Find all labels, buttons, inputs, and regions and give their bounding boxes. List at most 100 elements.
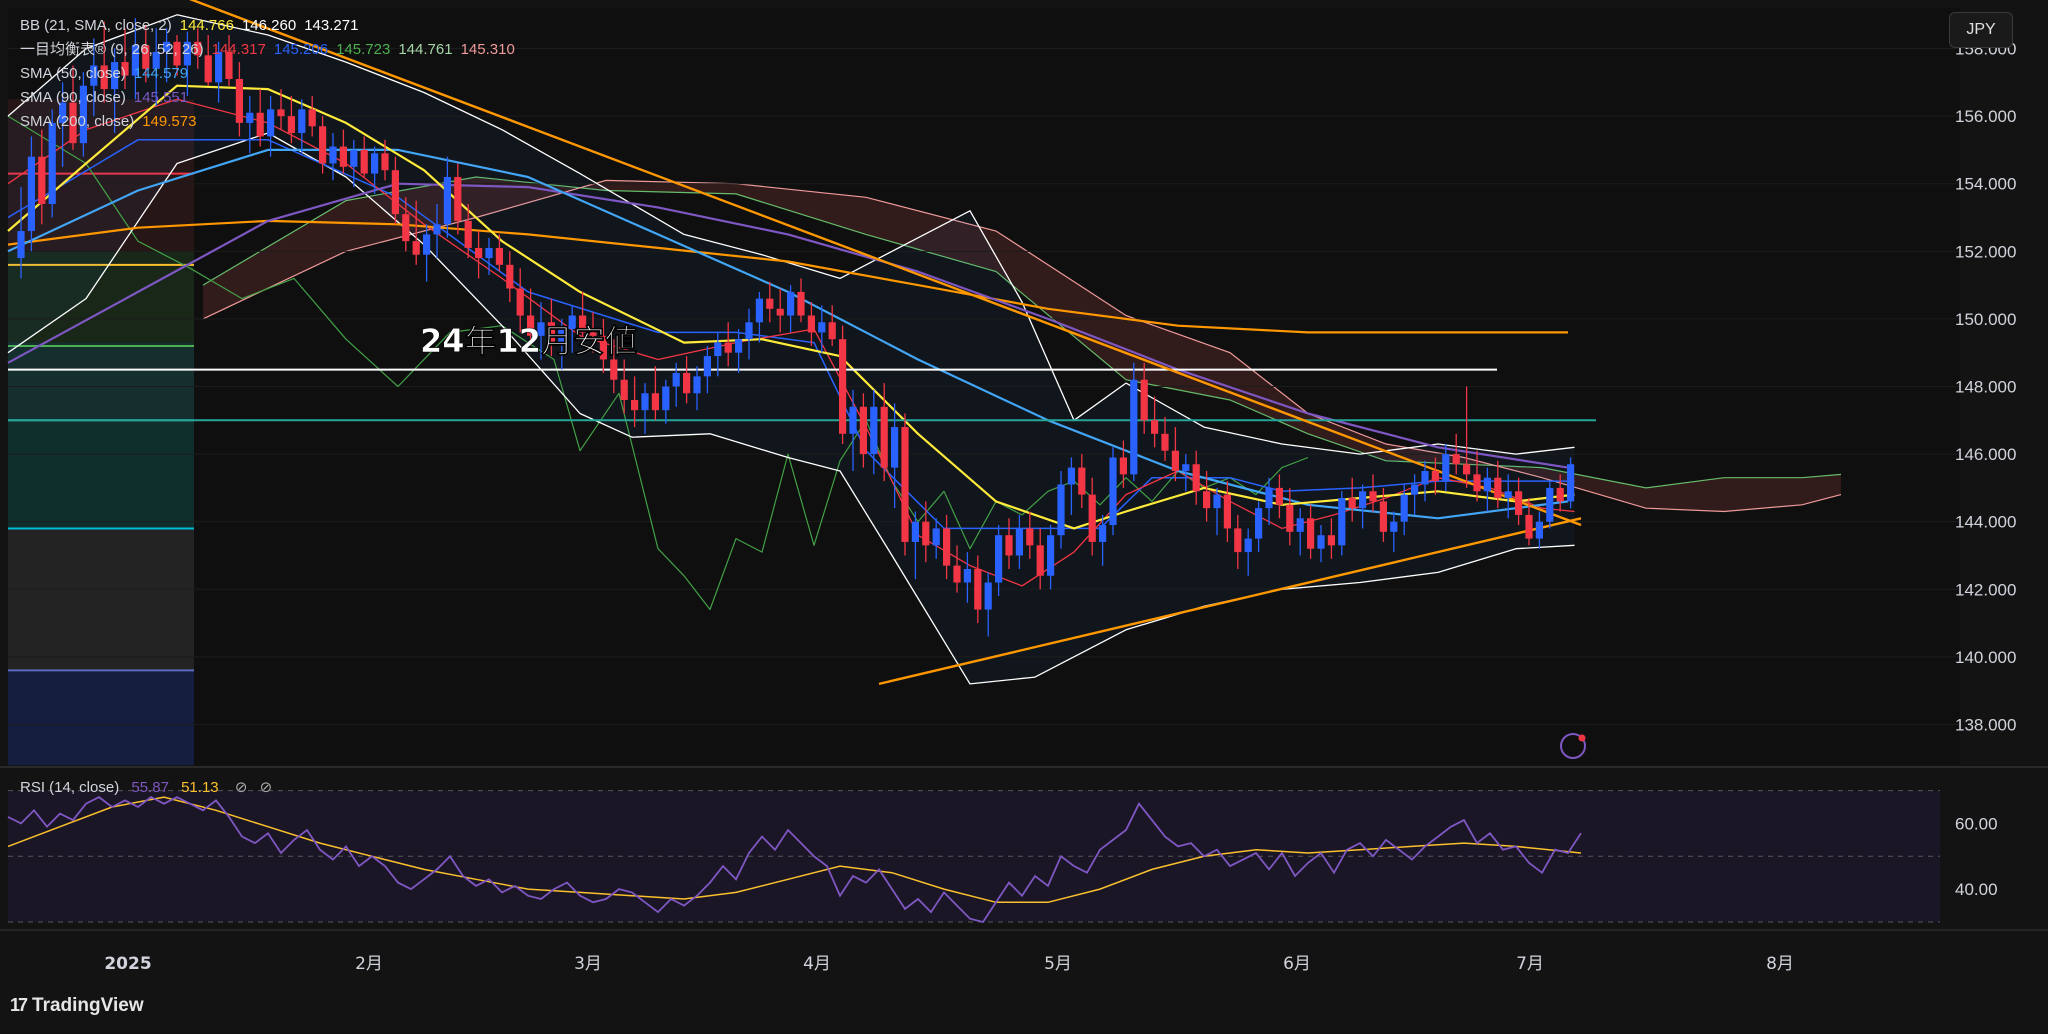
candle-body-91 bbox=[963, 568, 971, 583]
legend-value-3-0: 145.551 bbox=[133, 89, 189, 106]
candle-body-34 bbox=[371, 153, 379, 174]
candle-body-59 bbox=[631, 400, 639, 411]
brand-footer[interactable]: 17 TradingView bbox=[10, 995, 144, 1017]
candle-body-119 bbox=[1255, 508, 1263, 539]
price-tick-2: 154.000 bbox=[1955, 175, 2016, 194]
indicator-legend: BB (21, SMA, close, 2) 144.766 146.260 143.… bbox=[20, 14, 523, 134]
rsi-value: 55.87 bbox=[131, 779, 169, 796]
candle-body-87 bbox=[922, 521, 930, 546]
time-tick-2: 3月 bbox=[574, 954, 602, 974]
candle-body-84 bbox=[891, 427, 899, 468]
candle-body-76 bbox=[807, 315, 815, 333]
candle-body-126 bbox=[1327, 535, 1335, 546]
legend-row-4[interactable]: SMA (200, close) 149.573 bbox=[20, 110, 523, 134]
candle-body-39 bbox=[423, 234, 431, 255]
legend-name-4: SMA (200, close) bbox=[20, 113, 135, 130]
candle-body-1 bbox=[27, 156, 35, 232]
rsi-label: RSI (14, close) bbox=[20, 779, 120, 796]
candle-body-35 bbox=[381, 153, 389, 171]
candle-body-40 bbox=[433, 224, 441, 235]
legend-row-3[interactable]: SMA (90, close) 145.551 bbox=[20, 86, 523, 110]
hide-icon[interactable]: ⊘ bbox=[235, 779, 248, 796]
candle-body-89 bbox=[943, 528, 951, 566]
candle-body-100 bbox=[1057, 484, 1065, 536]
candle-body-147 bbox=[1546, 487, 1554, 522]
fib-zone-4 bbox=[8, 528, 194, 671]
legend-value-4-0: 149.573 bbox=[142, 113, 197, 130]
candle-body-43 bbox=[464, 220, 472, 248]
currency-badge[interactable]: JPY bbox=[1949, 12, 2013, 48]
candle-body-85 bbox=[901, 427, 909, 542]
candle-body-138 bbox=[1452, 454, 1460, 465]
legend-value-1-1: 145.206 bbox=[273, 41, 329, 58]
legend-name-3: SMA (90, close) bbox=[20, 89, 126, 106]
candle-body-94 bbox=[995, 535, 1003, 583]
candle-body-127 bbox=[1338, 498, 1346, 546]
candle-body-104 bbox=[1099, 525, 1107, 542]
legend-value-1-0: 144.317 bbox=[211, 41, 266, 58]
candle-body-63 bbox=[672, 372, 680, 387]
hide-icon-2[interactable]: ⊘ bbox=[260, 779, 273, 796]
candle-body-31 bbox=[339, 146, 347, 167]
candle-body-30 bbox=[329, 146, 337, 164]
candle-body-38 bbox=[412, 241, 420, 255]
legend-row-0[interactable]: BB (21, SMA, close, 2) 144.766 146.260 143.… bbox=[20, 14, 523, 38]
chart-canvas[interactable]: 24年12月安値 158.000156.000154.000152.000150… bbox=[0, 0, 2048, 1034]
candle-body-121 bbox=[1275, 487, 1283, 505]
candle-body-82 bbox=[870, 406, 878, 455]
candle-body-33 bbox=[360, 149, 368, 174]
candle-body-118 bbox=[1244, 538, 1252, 553]
candle-body-145 bbox=[1525, 514, 1533, 539]
candle-body-143 bbox=[1504, 491, 1512, 499]
candle-body-74 bbox=[787, 291, 795, 316]
candle-body-144 bbox=[1515, 491, 1523, 515]
candle-body-128 bbox=[1348, 498, 1356, 509]
candle-body-68 bbox=[724, 342, 732, 353]
rsi-legend: RSI (14, close) 55.87 51.13 ⊘ ⊘ bbox=[20, 778, 272, 796]
candle-body-124 bbox=[1307, 518, 1315, 549]
time-tick-0: 2025 bbox=[104, 954, 151, 974]
fib-zone-5 bbox=[8, 670, 194, 765]
candle-body-135 bbox=[1421, 470, 1429, 485]
candle-body-36 bbox=[391, 170, 399, 215]
candle-body-131 bbox=[1379, 501, 1387, 532]
brand-name: TradingView bbox=[32, 995, 144, 1016]
fib-zone-3 bbox=[8, 423, 194, 529]
rsi-tick-0: 60.00 bbox=[1955, 814, 1998, 833]
time-tick-6: 7月 bbox=[1516, 954, 1544, 974]
price-tick-5: 148.000 bbox=[1955, 378, 2016, 397]
candle-body-136 bbox=[1431, 470, 1439, 482]
candle-body-106 bbox=[1119, 457, 1127, 475]
price-tick-4: 150.000 bbox=[1955, 310, 2016, 329]
candle-body-125 bbox=[1317, 535, 1325, 549]
candle-body-142 bbox=[1494, 477, 1502, 499]
legend-name-1: 一目均衡表® (9, 26, 52, 26) bbox=[20, 41, 204, 58]
candle-body-134 bbox=[1411, 484, 1419, 495]
candle-body-77 bbox=[818, 322, 826, 333]
candle-body-129 bbox=[1359, 491, 1367, 509]
candle-body-79 bbox=[839, 339, 847, 434]
legend-name-0: BB (21, SMA, close, 2) bbox=[20, 17, 172, 34]
rsi-ma-value: 51.13 bbox=[181, 779, 219, 796]
fib-zone-2 bbox=[8, 342, 194, 424]
candle-body-111 bbox=[1171, 450, 1179, 471]
time-tick-5: 6月 bbox=[1283, 954, 1311, 974]
legend-value-0-2: 143.271 bbox=[304, 17, 359, 34]
price-tick-9: 140.000 bbox=[1955, 648, 2016, 667]
candle-body-61 bbox=[651, 393, 659, 411]
candle-body-81 bbox=[859, 406, 867, 455]
candle-body-44 bbox=[475, 247, 483, 259]
legend-row-1[interactable]: 一目均衡表® (9, 26, 52, 26) 144.317 145.206 145.… bbox=[20, 38, 523, 62]
candle-body-70 bbox=[745, 322, 753, 340]
legend-value-1-2: 145.723 bbox=[336, 41, 391, 58]
candle-body-57 bbox=[610, 359, 618, 380]
candle-body-140 bbox=[1473, 474, 1481, 492]
candle-body-66 bbox=[703, 356, 711, 377]
legend-row-2[interactable]: SMA (50, close) 144.579 bbox=[20, 62, 523, 86]
candle-body-86 bbox=[911, 521, 919, 542]
candle-body-78 bbox=[828, 322, 836, 340]
candle-body-110 bbox=[1161, 433, 1169, 451]
candle-body-37 bbox=[402, 214, 410, 242]
candle-body-117 bbox=[1234, 528, 1242, 553]
candle-body-105 bbox=[1109, 457, 1117, 526]
